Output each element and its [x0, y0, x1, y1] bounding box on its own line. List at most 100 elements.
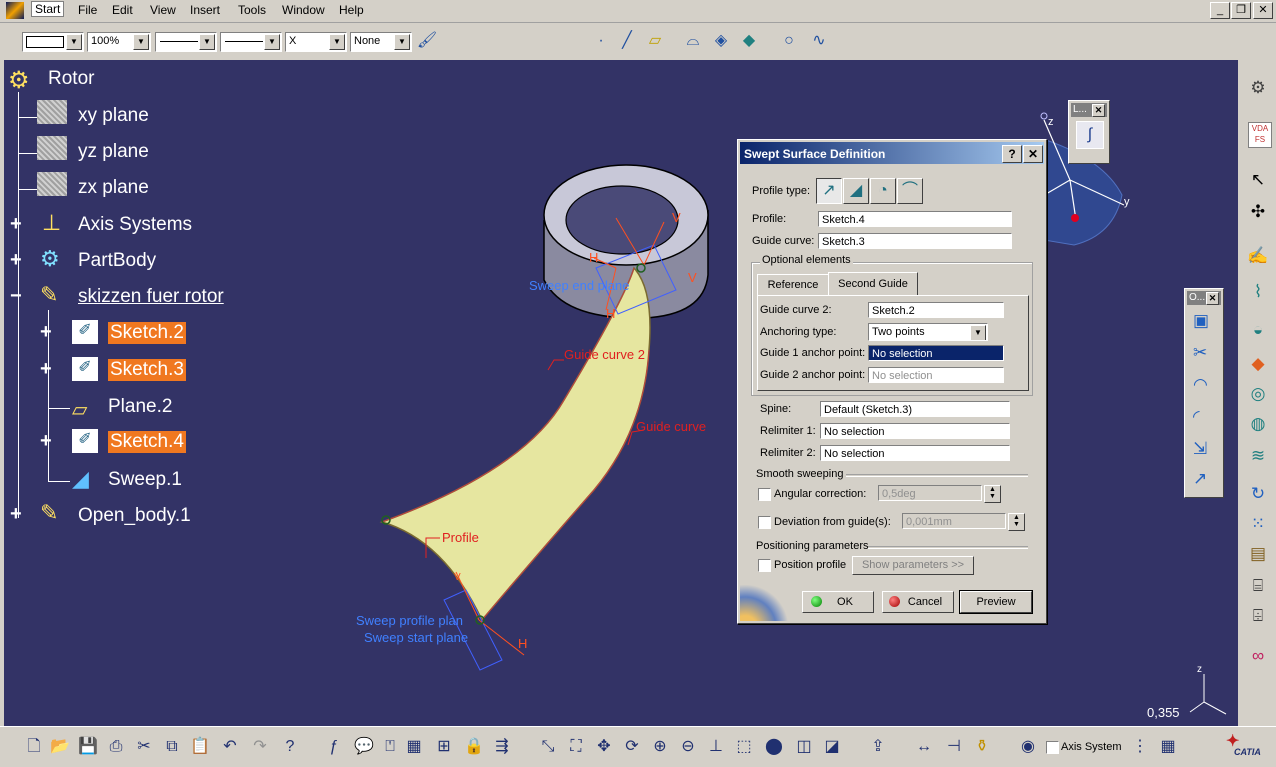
geometrical-set-icon[interactable]: ✎ — [40, 500, 70, 525]
split-icon[interactable]: ✂ — [1193, 343, 1207, 363]
line-icon[interactable]: ╱ — [616, 30, 638, 52]
tab-second-guide[interactable]: Second Guide — [828, 272, 918, 296]
cut-icon[interactable]: ✂ — [132, 735, 156, 759]
explicit-profile-icon[interactable]: ↗ — [816, 178, 842, 204]
spinner-icon[interactable]: ▲ ▼ — [984, 485, 1001, 503]
chevron-down-icon[interactable]: ▼ — [133, 34, 149, 50]
fit-all-icon[interactable]: ⛶ — [564, 735, 588, 759]
catia-logo-icon[interactable] — [6, 2, 24, 19]
guide-curve-field[interactable]: Sketch.3 — [818, 233, 1012, 249]
deviation-checkbox[interactable] — [758, 516, 771, 529]
select-icon[interactable]: ↖ — [1246, 168, 1270, 192]
menu-tools[interactable]: Tools — [238, 3, 266, 17]
tree-root-rotor[interactable]: Rotor — [48, 68, 94, 90]
menu-window[interactable]: Window — [282, 3, 325, 17]
menu-file[interactable]: File — [78, 3, 97, 17]
update-icon[interactable]: ⇪ — [866, 735, 890, 759]
sweep-tool-icon[interactable]: ◎ — [1246, 382, 1270, 406]
open-file-icon[interactable]: 📂 — [48, 735, 72, 759]
menu-help[interactable]: Help — [339, 3, 364, 17]
transparency-combo[interactable]: 100% ▼ — [87, 32, 151, 52]
zoom-in-icon[interactable]: ⊕ — [648, 735, 672, 759]
tree-item-plane-2[interactable]: Plane.2 — [108, 396, 172, 418]
analysis-icon[interactable]: ⌹ — [1246, 604, 1270, 628]
normal-view-icon[interactable]: ⊥ — [704, 735, 728, 759]
tree-item-sketch-2[interactable]: Sketch.2 — [108, 322, 186, 344]
axis-system-icon[interactable]: ⊥ — [42, 210, 72, 235]
tree-item-sketch-3[interactable]: Sketch.3 — [108, 359, 186, 381]
plane-icon[interactable] — [37, 100, 67, 124]
point-icon[interactable]: · — [590, 30, 612, 52]
angular-correction-checkbox[interactable] — [758, 488, 771, 501]
3d-viewport[interactable]: Sweep end plane Guide curve 2 Guide curv… — [4, 60, 1238, 726]
sketcher-icon[interactable]: ✍ — [1246, 244, 1270, 268]
expand-icon[interactable]: + — [40, 359, 54, 379]
views-icon[interactable]: ⬚ — [732, 735, 756, 759]
anchoring-type-select[interactable]: Two points ▼ — [868, 323, 988, 341]
point-symbol-combo[interactable]: X ▼ — [285, 32, 347, 52]
angular-correction-field[interactable]: 0,5deg — [878, 485, 982, 501]
plane-icon[interactable] — [37, 136, 67, 160]
line-profile-icon[interactable]: ◢ — [843, 178, 869, 204]
guide-curve-2-field[interactable]: Sketch.2 — [868, 302, 1004, 318]
menu-start[interactable]: Start — [30, 1, 65, 17]
new-file-icon[interactable]: 🗋 — [22, 735, 46, 759]
spinner-icon[interactable]: ▲ ▼ — [1008, 513, 1025, 531]
plane-icon[interactable] — [37, 172, 67, 196]
lock-icon[interactable]: 🔒 — [462, 735, 486, 759]
render-style-icon[interactable]: ⬤ — [762, 735, 786, 759]
position-profile-checkbox[interactable] — [758, 559, 771, 572]
measure-inertia-icon[interactable]: ⚱ — [970, 735, 994, 759]
sketch-icon[interactable]: ✐ — [72, 429, 98, 453]
restore-button[interactable]: ❐ — [1231, 2, 1251, 19]
tree-item-partbody[interactable]: PartBody — [78, 250, 156, 272]
join-icon[interactable]: ▣ — [1193, 311, 1209, 331]
pattern-icon[interactable]: ⁙ — [1246, 512, 1270, 536]
boundary-icon[interactable]: ◠ — [1193, 375, 1208, 395]
menu-insert[interactable]: Insert — [190, 3, 220, 17]
fill-icon[interactable]: ◈ — [710, 30, 732, 52]
save-icon[interactable]: 💾 — [76, 735, 100, 759]
undo-icon[interactable]: ↶ — [218, 735, 242, 759]
hide-show-icon[interactable]: ◫ — [792, 735, 816, 759]
show-parameters-button[interactable]: Show parameters >> — [852, 556, 974, 575]
geometrical-set-icon[interactable]: ✎ — [40, 282, 70, 307]
cancel-button[interactable]: Cancel — [882, 591, 954, 613]
offset-icon[interactable]: ◆ — [738, 30, 760, 52]
translate-icon[interactable]: ⇲ — [1193, 439, 1207, 459]
blend-icon[interactable]: ≋ — [1246, 444, 1270, 468]
move-icon[interactable]: ✥ — [592, 735, 616, 759]
print-icon[interactable]: ⎙ — [104, 735, 128, 759]
zoom-out-icon[interactable]: ⊖ — [676, 735, 700, 759]
relimiter2-field[interactable]: No selection — [820, 445, 1010, 461]
close-icon[interactable]: ✕ — [1206, 292, 1219, 305]
body-icon[interactable]: ⚙ — [40, 246, 70, 271]
collapse-icon[interactable]: − — [10, 286, 24, 306]
tree-expand-icon[interactable]: ⋮ — [1128, 735, 1152, 759]
rubber-band-icon[interactable]: ∞ — [1246, 644, 1270, 668]
tree-item-sweep-1[interactable]: Sweep.1 — [108, 469, 182, 491]
dialog-title-bar[interactable]: Swept Surface Definition ? ✕ — [740, 142, 1044, 164]
menu-view[interactable]: View — [150, 3, 176, 17]
surface-icon[interactable]: ◒ — [1246, 318, 1270, 342]
minimize-button[interactable]: _ — [1210, 2, 1230, 19]
workbench-icon[interactable]: ⚙ — [1246, 76, 1270, 100]
chevron-down-icon[interactable]: ▼ — [329, 34, 345, 50]
sweep-icon[interactable]: ◢ — [72, 466, 102, 491]
tree-item-axis-systems[interactable]: Axis Systems — [78, 214, 192, 236]
knowledge-icon[interactable]: 💬 — [352, 735, 376, 759]
ok-button[interactable]: OK — [802, 591, 874, 613]
revolve-icon[interactable]: ↻ — [1246, 482, 1270, 506]
chevron-down-icon[interactable]: ▼ — [394, 34, 410, 50]
tab-reference[interactable]: Reference — [757, 274, 829, 296]
whats-this-icon[interactable]: ? — [278, 735, 302, 759]
tree-item-sketch-4[interactable]: Sketch.4 — [108, 431, 186, 453]
fill-surface-icon[interactable]: ◆ — [1246, 352, 1270, 376]
close-icon[interactable]: ✕ — [1092, 104, 1105, 117]
tree-item-xy-plane[interactable]: xy plane — [78, 105, 149, 127]
spine-field[interactable]: Default (Sketch.3) — [820, 401, 1010, 417]
grid-icon[interactable]: ▦ — [402, 735, 426, 759]
loft-icon[interactable]: ◍ — [1246, 412, 1270, 436]
law-icon[interactable]: ∫ — [1076, 121, 1104, 149]
fly-icon[interactable]: ⇶ — [490, 735, 514, 759]
